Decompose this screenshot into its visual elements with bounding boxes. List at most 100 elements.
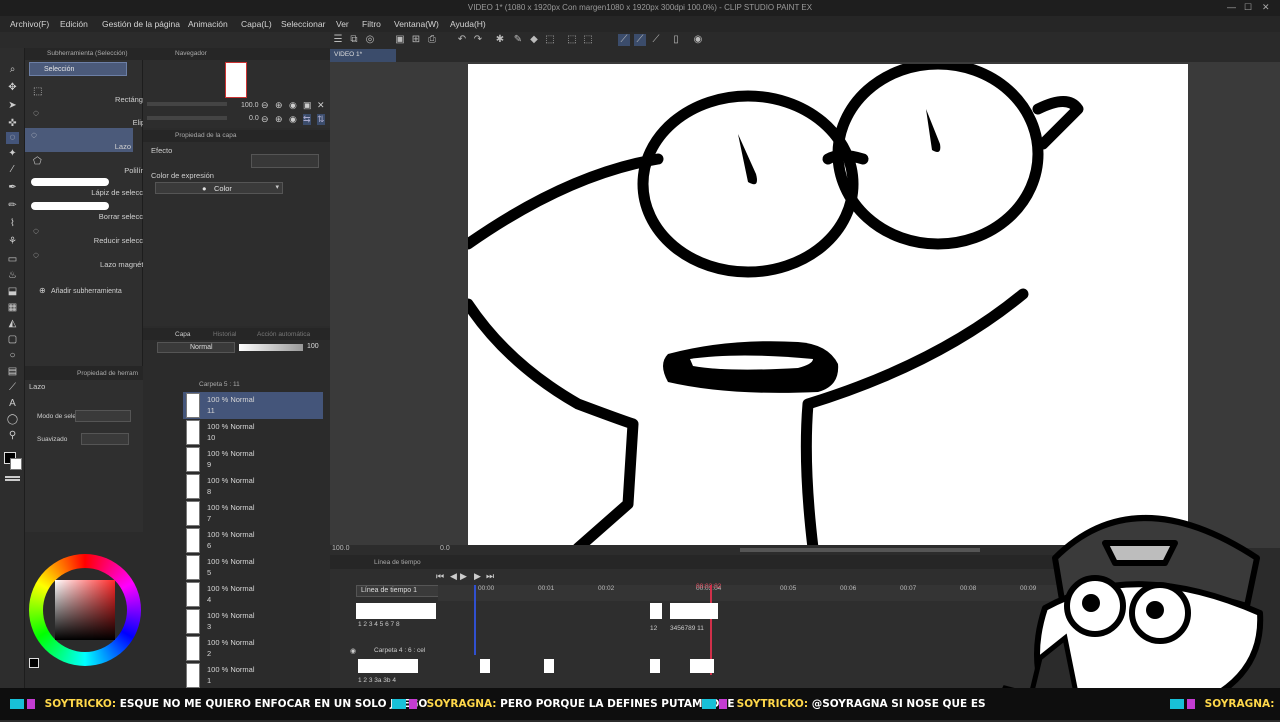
saturation-square[interactable]: [55, 580, 115, 640]
gradient-tool-icon[interactable]: ▦: [6, 302, 19, 314]
subtool-magnetic-lasso[interactable]: ◌ Lazo magnético: [27, 248, 157, 270]
layer-row[interactable]: 100 % Normal 10: [183, 419, 323, 446]
timeline-tab[interactable]: Línea de tiempo: [374, 559, 421, 566]
reset-icon[interactable]: ▣: [303, 100, 312, 111]
open-icon[interactable]: ◎: [364, 34, 376, 46]
clear-icon[interactable]: ✎: [512, 34, 524, 46]
layer-row[interactable]: 100 % Normal 6: [183, 527, 323, 554]
ellipse-tool-icon[interactable]: ○: [6, 350, 19, 362]
object-tool-icon[interactable]: ➤: [6, 100, 19, 112]
print-icon[interactable]: ⎙: [426, 34, 438, 46]
transform-tool-icon[interactable]: ✜: [6, 118, 19, 130]
fill-tool-icon[interactable]: ⬓: [6, 286, 19, 298]
text-tool-icon[interactable]: A: [6, 398, 19, 410]
menu-edicion[interactable]: Edición: [60, 19, 88, 29]
drawing-canvas[interactable]: [468, 64, 1188, 548]
layer-row[interactable]: 100 % Normal 2: [183, 635, 323, 662]
camera-icon[interactable]: ◉: [692, 34, 704, 46]
layer-row[interactable]: 100 % Normal 7: [183, 500, 323, 527]
zoom-in-icon[interactable]: ⊕: [275, 100, 283, 111]
next-frame-icon[interactable]: ▶: [474, 571, 481, 582]
frame-tool-icon[interactable]: ▤: [6, 366, 19, 378]
zoom-out-icon[interactable]: ⊖: [261, 100, 269, 111]
menu-ver[interactable]: Ver: [336, 19, 349, 29]
auto-action-tab[interactable]: Acción automática: [257, 331, 310, 338]
new-icon[interactable]: ⧉: [348, 34, 360, 46]
cel-block[interactable]: [650, 603, 662, 619]
snap-grid-icon[interactable]: ⟋: [650, 34, 662, 46]
airbrush-tool-icon[interactable]: ⚘: [6, 236, 19, 248]
transform-icon[interactable]: ⬚: [544, 34, 556, 46]
crop-icon[interactable]: ⬚: [566, 34, 578, 46]
history-tab[interactable]: Historial: [213, 331, 236, 338]
correction-tool-icon[interactable]: ⚲: [6, 430, 19, 442]
sub-color-swatch[interactable]: [10, 458, 22, 470]
flip-h-icon[interactable]: ⇆: [303, 114, 311, 125]
smoothing-buttons[interactable]: [81, 433, 129, 445]
snap-special-ruler-icon[interactable]: ⟋: [634, 34, 646, 46]
export-icon[interactable]: ⊞: [410, 34, 422, 46]
layer-row[interactable]: 100 % Normal 8: [183, 473, 323, 500]
deselect-icon[interactable]: ⬚: [582, 34, 594, 46]
subtool-lasso[interactable]: ◌ Lazo: [25, 128, 133, 152]
layer-row[interactable]: 100 % Normal 5: [183, 554, 323, 581]
rotate-reset-icon[interactable]: ◉: [289, 114, 297, 125]
cel-block[interactable]: [670, 603, 718, 619]
brush-tool-icon[interactable]: ⌇: [6, 218, 19, 230]
flip-v-icon[interactable]: ⇅: [317, 114, 325, 125]
menu-seleccionar[interactable]: Seleccionar: [281, 19, 325, 29]
layer-folder[interactable]: Carpeta 5 : 11: [199, 381, 240, 388]
redo-icon[interactable]: ↷: [472, 34, 484, 46]
subtool-rectangle[interactable]: ⬚ Rectángulo: [27, 86, 157, 108]
cel-block[interactable]: [480, 659, 490, 673]
eraser-tool-icon[interactable]: ▭: [6, 254, 19, 266]
document-tab[interactable]: VIDEO 1*: [330, 49, 396, 62]
lasso-tool-icon[interactable]: ◌: [6, 132, 19, 144]
eye-icon[interactable]: ◉: [350, 647, 356, 655]
menu-capa[interactable]: Capa(L): [241, 19, 272, 29]
layer-tab[interactable]: Capa: [175, 331, 191, 338]
rotate-right-icon[interactable]: ⊕: [275, 114, 283, 125]
subtool-group-tab[interactable]: Selección: [29, 62, 127, 76]
pen-tool-icon[interactable]: ✒: [6, 182, 19, 194]
menu-icon[interactable]: ☰: [332, 34, 344, 46]
play-icon[interactable]: ▶: [460, 571, 467, 582]
track-cels-preview[interactable]: [356, 603, 436, 619]
in-marker[interactable]: [474, 585, 476, 655]
subtool-ellipse[interactable]: ◌ Elipse: [27, 108, 157, 130]
fill-icon[interactable]: ◆: [528, 34, 540, 46]
transparent-color-icon[interactable]: [5, 476, 20, 481]
flip-icon[interactable]: ✕: [317, 100, 325, 111]
layer-row[interactable]: 100 % Normal 11: [183, 392, 323, 419]
effect-buttons[interactable]: [251, 154, 319, 168]
blend-tool-icon[interactable]: ♨: [6, 270, 19, 282]
expression-color-select[interactable]: ● Color ▾: [155, 182, 283, 194]
subtool-polyline[interactable]: ⬠ Polilínea: [27, 156, 157, 178]
menu-filtro[interactable]: Filtro: [362, 19, 381, 29]
add-subtool-button[interactable]: ⊕ Añadir subherramienta: [39, 286, 122, 295]
cel-block[interactable]: [544, 659, 554, 673]
blend-mode-select[interactable]: Normal: [157, 342, 235, 353]
prev-frame-icon[interactable]: ◀: [450, 571, 457, 582]
current-color-swatch[interactable]: [29, 658, 39, 668]
rotate-left-icon[interactable]: ⊖: [261, 114, 269, 125]
navigator-tab[interactable]: Navegador: [175, 50, 207, 57]
tool-property-tab[interactable]: Propiedad de herram: [77, 370, 138, 377]
move-tool-icon[interactable]: ✥: [6, 82, 19, 94]
cel-block[interactable]: [690, 659, 714, 673]
menu-ventana[interactable]: Ventana(W): [394, 19, 439, 29]
menu-archivo[interactable]: Archivo(F): [10, 19, 49, 29]
shape-tool-icon[interactable]: ▢: [6, 334, 19, 346]
selection-mode-buttons[interactable]: [75, 410, 131, 422]
settings-icon[interactable]: ✱: [494, 34, 506, 46]
save-icon[interactable]: ▣: [394, 34, 406, 46]
ruler-tool-icon[interactable]: ⟋: [6, 382, 19, 394]
layer-row[interactable]: 100 % Normal 3: [183, 608, 323, 635]
menu-gestion-pagina[interactable]: Gestión de la página: [102, 19, 180, 29]
play-end-icon[interactable]: ⏭: [486, 571, 494, 582]
layer-row[interactable]: 100 % Normal 9: [183, 446, 323, 473]
bucket-tool-icon[interactable]: ◭: [6, 318, 19, 330]
navigator-zoom-slider[interactable]: [147, 102, 227, 106]
layer-property-tab[interactable]: Propiedad de la capa: [175, 132, 236, 139]
layer-row[interactable]: 100 % Normal 1: [183, 662, 323, 688]
